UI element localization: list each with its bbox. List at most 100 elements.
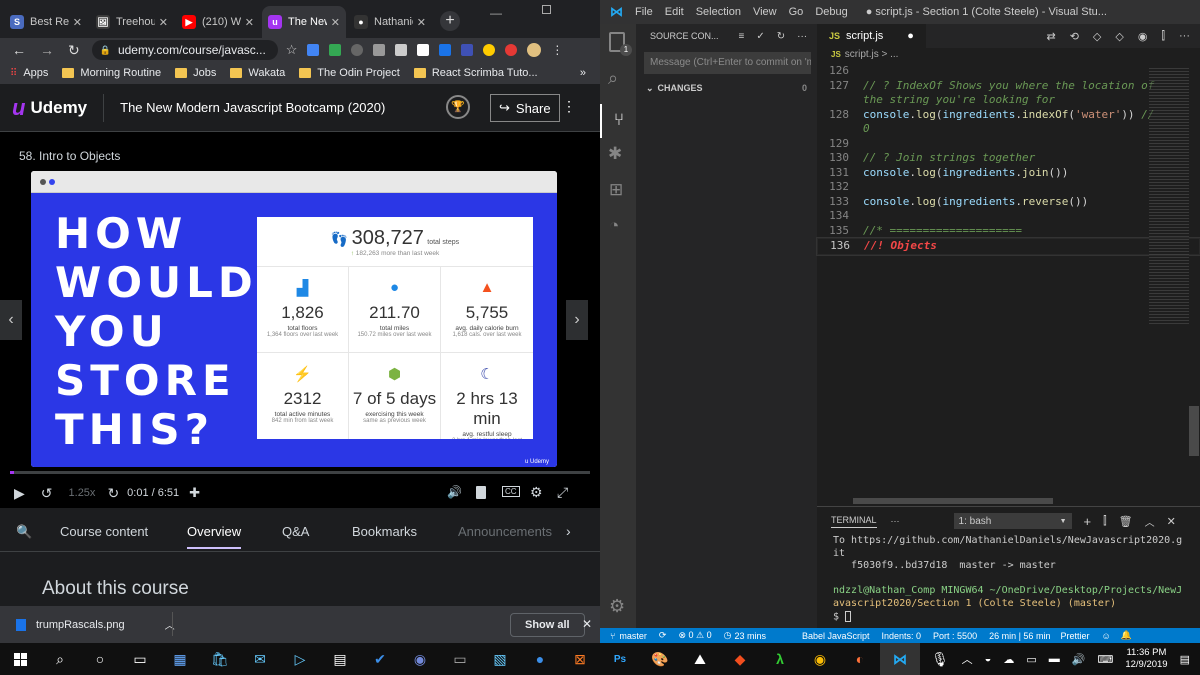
more-options-icon[interactable]: ⋮	[562, 98, 576, 115]
github-icon[interactable]: ◉	[1138, 30, 1148, 43]
new-tab-button[interactable]: +	[440, 11, 460, 31]
go-back-icon[interactable]: ⟲	[1070, 30, 1079, 43]
clock[interactable]: 11:36 PM 12/9/2019	[1125, 647, 1167, 671]
video-frame[interactable]: HOW WOULD YOU STORE THIS? 👣 308,727 total st…	[31, 171, 557, 467]
maps-icon[interactable]: ●	[520, 643, 560, 675]
extension-icon[interactable]	[395, 44, 408, 56]
action-center-icon[interactable]: ▤	[1180, 653, 1190, 666]
bookmarks-overflow-icon[interactable]: »	[580, 67, 586, 79]
show-all-button[interactable]: Show all	[510, 613, 585, 637]
inkscape-icon[interactable]: ⛰	[680, 643, 720, 675]
menu-item[interactable]: View	[753, 6, 777, 18]
prev-change-icon[interactable]: ◇	[1093, 30, 1101, 43]
browser-tab[interactable]: ▶ (210) WE ✕	[176, 6, 260, 38]
search-icon[interactable]: ⌕	[608, 68, 618, 89]
browser-tab[interactable]: 🖼 Treehous ✕	[90, 6, 174, 38]
tray-app-icon[interactable]: ◒	[985, 653, 992, 665]
reload-icon[interactable]: ↻	[68, 42, 80, 59]
mail-icon[interactable]: ✉	[240, 643, 280, 675]
figma-icon[interactable]: ◆	[720, 643, 760, 675]
close-panel-icon[interactable]: ✕	[1167, 515, 1176, 528]
browser-tab[interactable]: ● Nathanie ✕	[348, 6, 432, 38]
terminal-output[interactable]: To https://github.com/NathanielDaniels/N…	[817, 535, 1200, 624]
status-prettier[interactable]: Prettier	[1060, 631, 1089, 641]
play-icon[interactable]: ▶	[14, 485, 25, 502]
panel-more-icon[interactable]: ···	[891, 516, 900, 526]
lambda-app-icon[interactable]: λ	[760, 643, 800, 675]
course-tab[interactable]: Announcements	[458, 524, 552, 539]
commit-check-icon[interactable]: ✓	[756, 31, 764, 42]
photoshop-icon[interactable]: Ps	[600, 643, 640, 675]
unsaved-dot-icon[interactable]: ●	[907, 30, 914, 42]
download-filename[interactable]: trumpRascals.png	[36, 619, 125, 631]
next-change-icon[interactable]: ◇	[1115, 30, 1123, 43]
profile-avatar[interactable]	[527, 43, 542, 57]
address-bar[interactable]: 🔒 udemy.com/course/javasc...	[91, 40, 278, 60]
status-timer[interactable]: 26 min | 56 min	[989, 631, 1050, 641]
trophy-icon[interactable]: 🏆	[446, 95, 470, 119]
search-icon[interactable]: ⌕	[40, 643, 80, 675]
video-app-icon[interactable]: ▷	[280, 643, 320, 675]
list-icon[interactable]: ≡	[739, 31, 745, 42]
chevron-up-icon[interactable]: ︿	[165, 617, 175, 632]
cortana-icon[interactable]: ○	[80, 643, 120, 675]
course-tab[interactable]: Overview	[187, 524, 242, 549]
menu-item[interactable]: Go	[789, 6, 804, 18]
bookmark-star-icon[interactable]: ☆	[286, 42, 298, 58]
split-editor-icon[interactable]: ⫿	[1161, 30, 1165, 43]
bookmark-item[interactable]: Jobs	[175, 67, 216, 79]
extension-icon[interactable]	[307, 44, 320, 56]
status-indent[interactable]: Indents: 0	[882, 631, 922, 641]
minimize-button[interactable]: —	[490, 6, 502, 20]
close-tab-icon[interactable]: ✕	[331, 16, 340, 29]
new-terminal-icon[interactable]: +	[1084, 514, 1092, 529]
captions-icon[interactable]: CC	[502, 486, 520, 497]
settings-icon[interactable]: ⚙	[530, 484, 543, 501]
fullscreen-icon[interactable]: ⤢	[557, 484, 568, 501]
debug-icon[interactable]: ✱	[608, 144, 622, 164]
breadcrumb-text[interactable]: script.js > ...	[845, 49, 899, 60]
scroll-right-icon[interactable]: ›	[566, 523, 571, 539]
discord-icon[interactable]: ◉	[400, 643, 440, 675]
sync-icon[interactable]: ⟳	[659, 630, 667, 641]
course-title[interactable]: The New Modern Javascript Bootcamp (2020…	[120, 100, 385, 115]
editor-more-icon[interactable]: ···	[1179, 30, 1190, 42]
menu-item[interactable]: File	[635, 6, 653, 18]
forward-skip-icon[interactable]: ↻	[107, 485, 119, 502]
source-control-icon[interactable]: ⑂	[600, 104, 636, 138]
maximize-panel-icon[interactable]: ︿	[1145, 514, 1155, 529]
editor-vscrollbar[interactable]	[1189, 406, 1199, 456]
bookmark-item[interactable]: The Odin Project	[299, 67, 400, 79]
status-language[interactable]: Babel JavaScript	[802, 631, 870, 641]
extension-icon[interactable]	[439, 44, 452, 56]
rewind-icon[interactable]: ↺	[41, 485, 53, 502]
keyboard-icon[interactable]: ⌨	[1097, 653, 1113, 666]
transcript-icon[interactable]	[476, 486, 486, 499]
browser-tab[interactable]: u The New ✕	[262, 6, 346, 38]
tray-expand-icon[interactable]: ︿	[962, 651, 973, 667]
forward-icon[interactable]: →	[40, 42, 54, 58]
open-changes-icon[interactable]: ⇄	[1046, 30, 1055, 43]
browser-tab[interactable]: S Best Real ✕	[4, 6, 88, 38]
more-actions-icon[interactable]: ···	[797, 31, 807, 42]
speaker-icon[interactable]: 🔊	[1072, 653, 1086, 666]
vscode-taskbar-icon[interactable]: ⋈	[880, 643, 920, 675]
remote-icon[interactable]: ◔	[609, 216, 619, 236]
commit-message-input[interactable]: Message (Ctrl+Enter to commit on 'm	[644, 52, 811, 74]
task-view-icon[interactable]: ▭	[120, 643, 160, 675]
status-branch[interactable]: master	[619, 631, 647, 641]
calculator-icon[interactable]: ▤	[320, 643, 360, 675]
xampp-icon[interactable]: ⊠	[560, 643, 600, 675]
close-tab-icon[interactable]: ✕	[417, 16, 426, 29]
menu-item[interactable]: Debug	[815, 6, 847, 18]
volume-icon[interactable]: 🔊	[447, 485, 462, 499]
split-terminal-icon[interactable]: ⫿	[1103, 515, 1107, 528]
bookmark-item[interactable]: ⠿ Apps	[10, 67, 48, 79]
course-tab[interactable]: Course content	[60, 524, 148, 539]
bookmark-item[interactable]: Wakata	[230, 67, 285, 79]
search-icon[interactable]: 🔍	[16, 524, 32, 540]
menu-item[interactable]: Selection	[696, 6, 741, 18]
udemy-logo[interactable]: u Udemy	[12, 95, 87, 121]
code-editor[interactable]: 126 127 // ? IndexOf Shows you where the l…	[816, 64, 1200, 256]
cloud-icon[interactable]: ☁	[1003, 653, 1014, 666]
